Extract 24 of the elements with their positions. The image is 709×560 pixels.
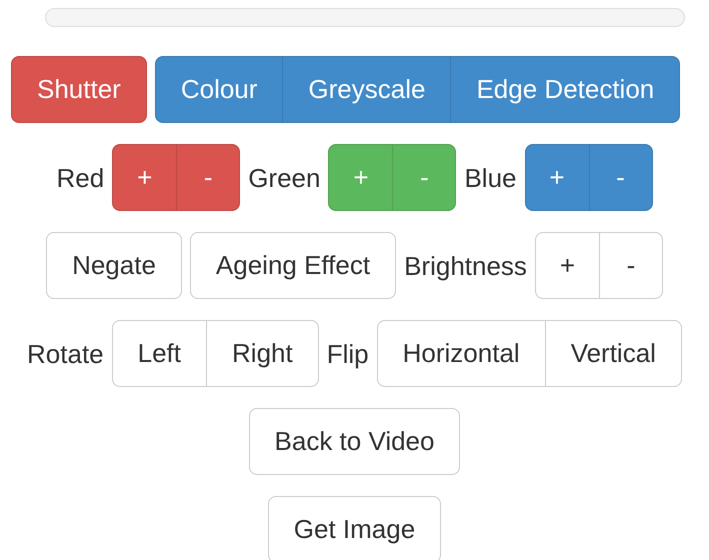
group-button[interactable]: + xyxy=(534,232,599,299)
control-label: Red xyxy=(56,164,104,190)
group-button[interactable]: Colour xyxy=(154,56,282,123)
group-button[interactable]: - xyxy=(588,144,652,211)
control-label: Blue xyxy=(464,164,516,190)
control-label: Green xyxy=(248,164,320,190)
group-button[interactable]: + xyxy=(524,144,588,211)
group-button[interactable]: Right xyxy=(206,320,319,387)
group-button[interactable]: Left xyxy=(112,320,206,387)
control-label: Brightness xyxy=(404,252,527,278)
action-button[interactable]: Get Image xyxy=(268,496,442,560)
action-button[interactable]: Negate xyxy=(46,232,182,299)
action-button[interactable]: Ageing Effect xyxy=(190,232,396,299)
group-button[interactable]: - xyxy=(598,232,663,299)
action-button[interactable]: Shutter xyxy=(11,56,147,123)
group-button[interactable]: Vertical xyxy=(544,320,682,387)
group-button[interactable]: Horizontal xyxy=(376,320,545,387)
group-button[interactable]: + xyxy=(112,144,176,211)
group-button[interactable]: - xyxy=(176,144,240,211)
group-button[interactable]: Greyscale xyxy=(282,56,450,123)
group-button[interactable]: Edge Detection xyxy=(450,56,680,123)
control-label: Rotate xyxy=(27,340,104,366)
action-button[interactable]: Back to Video xyxy=(248,408,460,475)
control-label: Flip xyxy=(326,340,369,366)
